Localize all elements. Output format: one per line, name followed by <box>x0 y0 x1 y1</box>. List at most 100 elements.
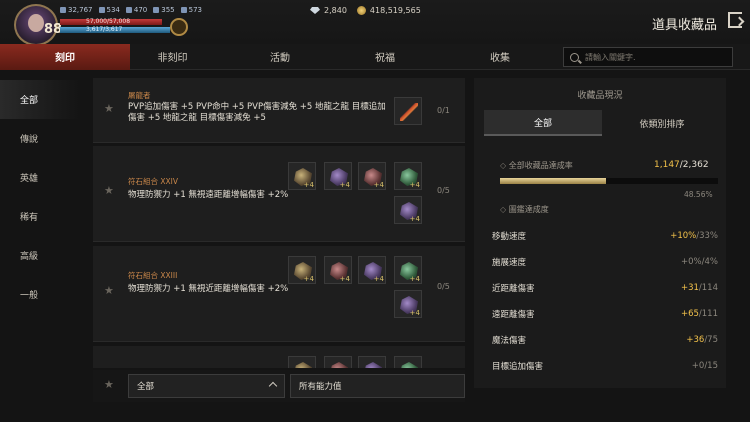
favorite-star-icon[interactable]: ★ <box>104 184 114 197</box>
stat-icon <box>98 7 105 13</box>
favorite-star-icon[interactable]: ★ <box>104 284 114 297</box>
search-icon[interactable] <box>570 52 579 62</box>
runestone-slot[interactable] <box>288 356 316 368</box>
emblem-icon[interactable] <box>170 18 188 36</box>
stat-icon <box>180 7 187 13</box>
filter-bar: ★ 全部 所有能力值 <box>93 370 465 402</box>
sidebar-item-legendary[interactable]: 傳說 <box>0 119 80 158</box>
mp-text: 3,617/3,617 <box>86 26 123 33</box>
mp-bar: 3,617/3,617 <box>60 26 170 33</box>
gold-coin-icon <box>356 6 366 15</box>
runestone-slot[interactable]: +4 <box>394 196 422 224</box>
stat-label: 遠距離傷害 <box>492 310 535 320</box>
top-header: 88 32,767 534 470 355 573 57,000/57,008 … <box>0 0 750 46</box>
collection-effect: 物理防禦力 +1 無視近距離增幅傷害 +2% <box>128 284 289 294</box>
runestone-slot[interactable]: +4 <box>358 162 386 190</box>
runestone-slot[interactable] <box>324 356 352 368</box>
collection-count: 0/5 <box>437 186 450 195</box>
search-box <box>563 47 733 67</box>
tab-collect[interactable]: 收集 <box>425 44 575 70</box>
stat-current: +36 <box>686 335 705 345</box>
runestone-slot[interactable]: +4 <box>324 162 352 190</box>
runestone-slot[interactable]: +4 <box>288 256 316 284</box>
grade-sidebar: 全部 傳說 英雄 稀有 高級 一般 <box>0 80 80 314</box>
collection-count: 0/1 <box>437 106 450 115</box>
list-item[interactable]: ★ 屠龍者 PVP追加傷害 +5 PVP命中 +5 PVP傷害減免 +5 地龍之… <box>93 78 465 143</box>
stat-max: /15 <box>704 361 718 371</box>
total-max: /2,362 <box>679 160 709 170</box>
runestone-icon <box>400 362 418 368</box>
stat-label: 目標追加傷害 <box>492 362 544 372</box>
stat-current: +31 <box>680 283 699 293</box>
collection-name: 符石組合 XXIII <box>128 271 178 280</box>
stat-max: /111 <box>698 309 718 319</box>
list-item[interactable]: ★ 符石組合 XXIV 物理防禦力 +1 無視遠距離增幅傷害 +2% +4 +4… <box>93 146 465 242</box>
tab-non-engraved[interactable]: 非刻印 <box>130 44 215 70</box>
stat-row-magic-damage: 魔法傷害 +36/75 <box>492 330 718 350</box>
diamond-icon <box>310 7 320 14</box>
ability-filter-value: 所有能力值 <box>299 382 342 392</box>
power-icon <box>60 7 66 13</box>
search-input[interactable] <box>585 52 725 62</box>
grade-filter-select[interactable]: 全部 <box>128 374 285 398</box>
completion-progress-bar <box>500 178 718 184</box>
stat-label: 魔法傷害 <box>492 336 527 346</box>
runestone-slot[interactable] <box>358 356 386 368</box>
stats-row: 32,767 534 470 355 573 <box>60 6 202 14</box>
sidebar-item-rare[interactable]: 稀有 <box>0 197 80 236</box>
list-item[interactable] <box>93 346 465 368</box>
stat-label: 近距離傷害 <box>492 284 535 294</box>
completion-percent: 48.56% <box>684 190 713 199</box>
stat-max: /114 <box>698 283 718 293</box>
tab-engraved[interactable]: 刻印 <box>0 43 130 70</box>
total-completion-label: 全部收藏品達成率 <box>500 160 573 171</box>
sidebar-item-heroic[interactable]: 英雄 <box>0 158 80 197</box>
tab-blessing[interactable]: 祝福 <box>345 44 425 70</box>
runestone-icon <box>330 362 348 368</box>
runestone-slot[interactable]: +4 <box>394 162 422 190</box>
tab-bar: 刻印 非刻印 活動 祝福 收集 <box>0 43 750 70</box>
exit-icon[interactable] <box>728 12 742 28</box>
runestone-slot[interactable]: +4 <box>394 256 422 284</box>
collection-effect: 物理防禦力 +1 無視遠距離增幅傷害 +2% <box>128 190 289 200</box>
runestone-slot[interactable]: +4 <box>358 256 386 284</box>
stat-label: 施展速度 <box>492 258 527 268</box>
grade-filter-value: 全部 <box>137 382 155 392</box>
sword-item-slot[interactable] <box>394 97 422 125</box>
collection-status-panel: 收藏品現況 全部 依類別排序 全部收藏品達成率 1,147/2,362 48.5… <box>474 78 726 388</box>
codex-completion-label: 圖鑑達成度 <box>500 204 549 215</box>
tab-status-by-category[interactable]: 依類別排序 <box>606 110 718 136</box>
runestone-slot[interactable]: +4 <box>394 290 422 318</box>
sidebar-item-advanced[interactable]: 高級 <box>0 236 80 275</box>
stat-current: +65 <box>680 309 699 319</box>
stat-icon <box>153 7 160 13</box>
collection-list: ★ 屠龍者 PVP追加傷害 +5 PVP命中 +5 PVP傷害減免 +5 地龍之… <box>93 78 465 368</box>
favorite-star-icon[interactable]: ★ <box>104 102 114 115</box>
sidebar-item-all[interactable]: 全部 <box>0 80 80 119</box>
gold-count: 418,519,565 <box>369 6 421 15</box>
collection-name: 符石組合 XXIV <box>128 177 179 186</box>
stat-row-ranged-damage: 遠距離傷害 +65/111 <box>492 304 718 324</box>
stat-max: /4% <box>701 257 718 267</box>
list-item[interactable]: ★ 符石組合 XXIII 物理防禦力 +1 無視近距離增幅傷害 +2% +4 +… <box>93 246 465 342</box>
stat-value: 355 <box>161 6 175 14</box>
runestone-icon <box>364 362 382 368</box>
stat-value: 534 <box>106 6 120 14</box>
ability-filter-select[interactable]: 所有能力值 <box>290 374 465 398</box>
runestone-slot[interactable]: +4 <box>324 256 352 284</box>
sidebar-item-normal[interactable]: 一般 <box>0 275 80 314</box>
tab-event[interactable]: 活動 <box>215 44 345 70</box>
runestone-slot[interactable]: +4 <box>288 162 316 190</box>
collection-effect: PVP追加傷害 +5 PVP命中 +5 PVP傷害減免 +5 地龍之龍 目標追加… <box>128 102 386 123</box>
stat-icon <box>125 7 132 13</box>
runestone-icon <box>294 362 312 368</box>
runestone-slot[interactable] <box>394 356 422 368</box>
chevron-up-icon <box>268 381 278 391</box>
favorite-filter-star-icon[interactable]: ★ <box>104 378 114 391</box>
stat-label: 移動速度 <box>492 232 527 242</box>
collection-name: 屠龍者 <box>128 91 151 100</box>
tab-status-all[interactable]: 全部 <box>484 110 602 136</box>
diamond-count: 2,840 <box>324 6 347 15</box>
collection-count: 0/5 <box>437 282 450 291</box>
stat-row-move-speed: 移動速度 +10%/33% <box>492 226 718 246</box>
